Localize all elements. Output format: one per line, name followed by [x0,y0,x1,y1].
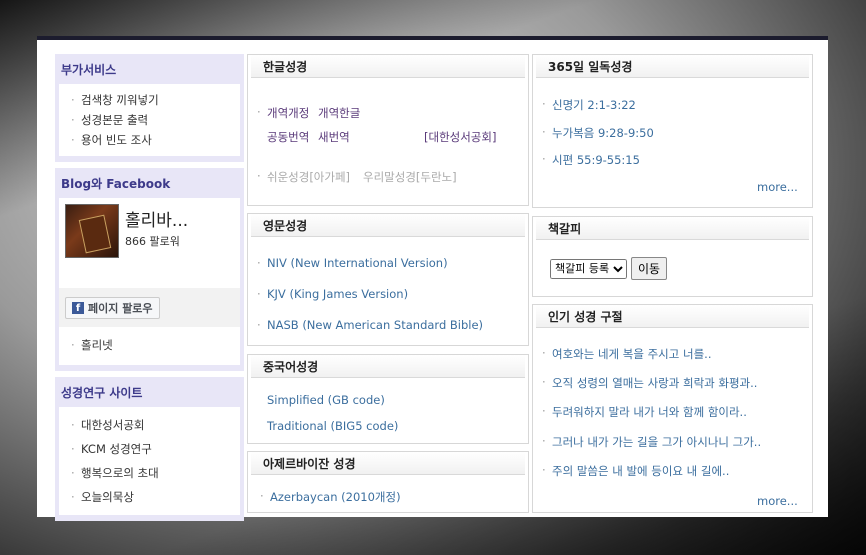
link-simplified[interactable]: Simplified (GB code) [267,393,385,407]
english-bible-panel: 영문성경 NIV (New International Version) KJV… [247,213,529,346]
link-revised-korean[interactable]: 개역개정 [257,105,309,121]
bookmark-title: 책갈피 [536,217,809,240]
chinese-bible-panel: 중국어성경 Simplified (GB code) Traditional (… [247,354,529,444]
korean-bible-title: 한글성경 [251,55,525,78]
blog-box: Blog와 Facebook 홀리바... 866 팔로워 f 페이지 팔로우 [55,168,244,371]
profile-name[interactable]: 홀리바... [125,206,188,231]
link-azerbaycan[interactable]: Azerbaycan (2010개정) [260,489,401,505]
link-verse-1[interactable]: 여호와는 네게 복을 주시고 너를.. [542,346,712,362]
link-new-translation[interactable]: 새번역 [318,129,350,145]
link-kjv[interactable]: KJV (King James Version) [257,287,408,301]
azerbaijani-bible-panel: 아제르바이잔 성경 Azerbaycan (2010개정) [247,451,529,513]
link-daily-1[interactable]: 신명기 2:1-3:22 [542,97,636,113]
korean-bible-panel: 한글성경 개역개정 개역한글 공동번역 새번역 [대한성서공회] 쉬운성경[아가… [247,54,529,206]
link-daily-2[interactable]: 누가복음 9:28-9:50 [542,125,654,141]
bookmark-select[interactable]: 책갈피 등록 [550,258,627,279]
daily-more-link[interactable]: more... [757,180,798,194]
azerbaijani-bible-title: 아제르바이잔 성경 [251,452,525,475]
link-verse-4[interactable]: 그러나 내가 가는 길을 그가 아시나니 그가.. [542,434,761,450]
services-box: 부가서비스 검색창 끼워넣기 성경본문 출력 용어 빈도 조사 [55,54,244,162]
services-title: 부가서비스 [61,63,117,77]
sidebar-item-search-embed[interactable]: 검색창 끼워넣기 [71,90,232,110]
sidebar: 부가서비스 검색창 끼워넣기 성경본문 출력 용어 빈도 조사 Blog와 Fa… [55,54,244,527]
sidebar-item-meditation[interactable]: 오늘의묵상 [71,485,232,509]
chinese-bible-title: 중국어성경 [251,355,525,378]
go-button[interactable]: 이동 [631,257,668,280]
popular-more-link[interactable]: more... [757,494,798,508]
bookmark-panel: 책갈피 책갈피 등록 이동 [532,216,813,297]
follower-count: 866 팔로워 [125,235,180,248]
link-korean-revised[interactable]: 개역한글 [318,105,360,121]
link-traditional[interactable]: Traditional (BIG5 code) [267,419,398,433]
link-daily-3[interactable]: 시편 55:9-55:15 [542,152,640,168]
page-content: 부가서비스 검색창 끼워넣기 성경본문 출력 용어 빈도 조사 Blog와 Fa… [37,36,828,521]
sidebar-item-frequency[interactable]: 용어 빈도 조사 [71,130,232,150]
sidebar-item-holynet[interactable]: 홀리넷 [71,335,232,355]
link-niv[interactable]: NIV (New International Version) [257,256,448,270]
link-bible-society[interactable]: [대한성서공회] [424,129,496,145]
link-nasb[interactable]: NASB (New American Standard Bible) [257,318,483,332]
follow-page-label: 페이지 팔로우 [88,302,153,315]
link-common-translation[interactable]: 공동번역 [267,129,309,145]
facebook-profile: 홀리바... 866 팔로워 [59,198,240,288]
profile-image[interactable] [65,204,119,258]
follow-page-button[interactable]: f 페이지 팔로우 [65,297,160,319]
facebook-icon: f [72,302,84,314]
research-title: 성경연구 사이트 [61,386,143,400]
sidebar-item-print[interactable]: 성경본문 출력 [71,110,232,130]
sidebar-item-kcm[interactable]: KCM 성경연구 [71,437,232,461]
daily-reading-panel: 365일 일독성경 신명기 2:1-3:22 누가복음 9:28-9:50 시편… [532,54,813,208]
popular-verses-panel: 인기 성경 구절 여호와는 네게 복을 주시고 너를.. 오직 성령의 열매는 … [532,304,813,513]
english-bible-title: 영문성경 [251,214,525,237]
popular-verses-title: 인기 성경 구절 [536,305,809,328]
daily-reading-title: 365일 일독성경 [536,55,809,78]
research-box: 성경연구 사이트 대한성서공회 KCM 성경연구 행복으로의 초대 오늘의묵상 [55,377,244,521]
link-verse-2[interactable]: 오직 성령의 열매는 사랑과 희락과 화평과.. [542,375,757,391]
link-verse-5[interactable]: 주의 말씀은 내 발에 등이요 내 길에.. [542,463,729,479]
link-our-bible[interactable]: 우리말성경[두란노] [363,169,457,185]
link-verse-3[interactable]: 두려워하지 말라 내가 너와 함께 함이라.. [542,404,747,420]
link-easy-bible[interactable]: 쉬운성경[아가페] [257,169,350,185]
blog-title: Blog와 Facebook [61,177,171,191]
sidebar-item-invitation[interactable]: 행복으로의 초대 [71,461,232,485]
sidebar-item-bible-society[interactable]: 대한성서공회 [71,413,232,437]
